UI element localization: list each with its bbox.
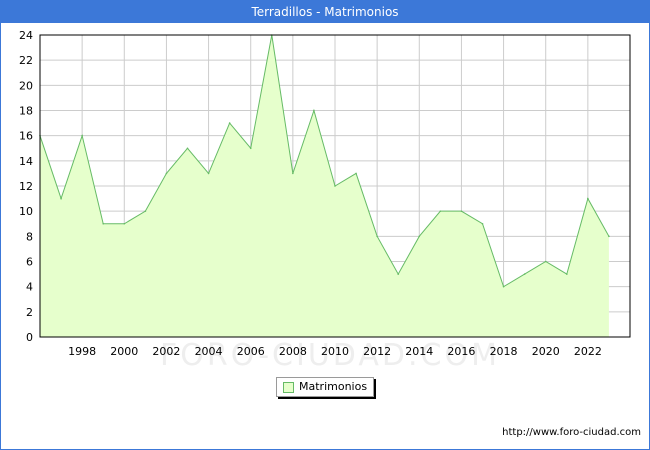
x-tick-label: 2018 bbox=[490, 345, 518, 358]
x-tick-label: 2020 bbox=[532, 345, 560, 358]
data-point bbox=[418, 235, 421, 238]
data-point bbox=[144, 210, 147, 212]
y-tick-label: 2 bbox=[26, 306, 33, 319]
x-tick-label: 2006 bbox=[237, 345, 265, 358]
y-tick-label: 20 bbox=[19, 79, 33, 92]
data-point bbox=[481, 222, 484, 225]
data-point bbox=[60, 197, 62, 200]
y-tick-label: 18 bbox=[19, 105, 33, 118]
x-tick-label: 2016 bbox=[447, 345, 475, 358]
data-point bbox=[334, 185, 336, 187]
data-point bbox=[102, 222, 105, 225]
data-point bbox=[544, 260, 547, 263]
data-point bbox=[608, 235, 610, 238]
legend-label: Matrimonios bbox=[299, 380, 368, 393]
source-credit[interactable]: http://www.foro-ciudad.com bbox=[502, 427, 641, 438]
x-tick-label: 2002 bbox=[152, 345, 180, 358]
data-point bbox=[565, 273, 568, 275]
data-point bbox=[165, 172, 168, 175]
data-point bbox=[355, 172, 357, 175]
data-point bbox=[207, 172, 210, 175]
y-tick-label: 0 bbox=[26, 331, 33, 344]
y-tick-label: 14 bbox=[19, 155, 33, 168]
data-point bbox=[228, 122, 231, 124]
data-point bbox=[587, 197, 589, 200]
data-point bbox=[502, 285, 505, 288]
data-point bbox=[81, 134, 83, 137]
y-tick-label: 22 bbox=[19, 54, 33, 67]
y-tick-label: 6 bbox=[26, 256, 33, 269]
x-tick-label: 2000 bbox=[110, 345, 138, 358]
y-tick-label: 12 bbox=[19, 180, 33, 193]
y-tick-label: 4 bbox=[26, 281, 33, 294]
data-point bbox=[397, 273, 400, 275]
data-point bbox=[376, 235, 378, 238]
x-tick-label: 2014 bbox=[405, 345, 433, 358]
data-point bbox=[249, 147, 252, 150]
legend[interactable]: Matrimonios bbox=[276, 377, 374, 397]
y-tick-label: 24 bbox=[19, 29, 33, 42]
x-tick-label: 2008 bbox=[279, 345, 307, 358]
legend-swatch bbox=[283, 382, 294, 393]
data-point bbox=[460, 210, 463, 212]
data-point bbox=[123, 222, 126, 225]
x-tick-label: 2010 bbox=[321, 345, 349, 358]
y-tick-label: 16 bbox=[19, 130, 33, 143]
y-tick-label: 10 bbox=[19, 205, 33, 218]
y-tick-label: 8 bbox=[26, 230, 33, 243]
data-point bbox=[292, 172, 294, 175]
x-tick-label: 2022 bbox=[574, 345, 602, 358]
data-point bbox=[313, 109, 315, 112]
data-point bbox=[186, 147, 189, 150]
x-tick-label: 2004 bbox=[195, 345, 223, 358]
data-point bbox=[439, 210, 442, 212]
data-point bbox=[523, 273, 526, 275]
x-tick-label: 1998 bbox=[68, 345, 96, 358]
x-tick-label: 2012 bbox=[363, 345, 391, 358]
